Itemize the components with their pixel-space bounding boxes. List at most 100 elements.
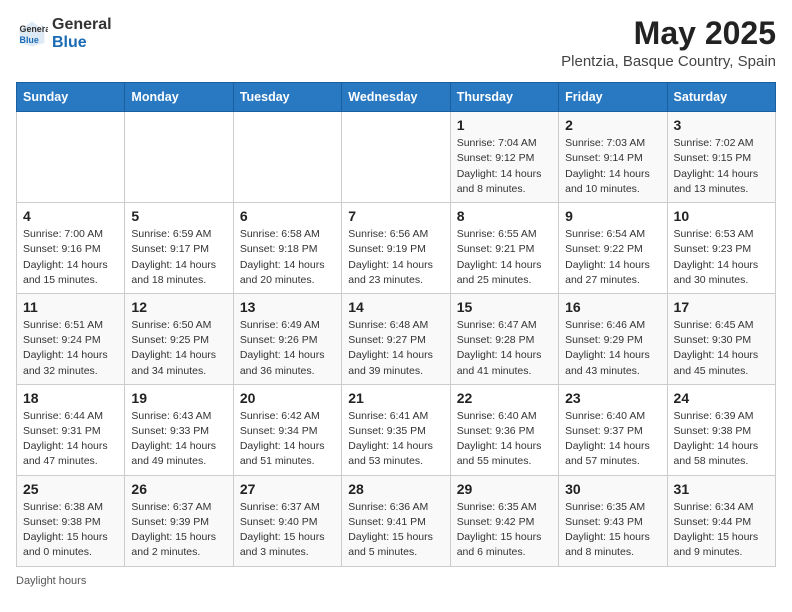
day-info: Sunrise: 6:50 AM Sunset: 9:25 PM Dayligh… <box>131 318 226 379</box>
calendar-cell <box>125 112 233 203</box>
calendar-cell: 14 Sunrise: 6:48 AM Sunset: 9:27 PM Dayli… <box>342 293 450 384</box>
legend-label: Daylight hours <box>16 575 86 587</box>
calendar-header-row: SundayMondayTuesdayWednesdayThursdayFrid… <box>17 83 776 112</box>
calendar-week-row: 1 Sunrise: 7:04 AM Sunset: 9:12 PM Daylig… <box>17 112 776 203</box>
col-header-sunday: Sunday <box>17 83 125 112</box>
day-number: 21 <box>348 390 443 406</box>
calendar-cell: 3Sunrise: 7:02 AM Sunset: 9:15 PM Daylig… <box>667 112 775 203</box>
day-info: Sunrise: 6:56 AM Sunset: 9:19 PM Dayligh… <box>348 227 443 288</box>
day-number: 9 <box>565 208 660 224</box>
logo-icon: General Blue <box>16 18 48 50</box>
day-number: 16 <box>565 299 660 315</box>
day-number: 5 <box>131 208 226 224</box>
day-number: 23 <box>565 390 660 406</box>
calendar-cell: 4Sunrise: 7:00 AM Sunset: 9:16 PM Daylig… <box>17 203 125 294</box>
col-header-tuesday: Tuesday <box>233 83 341 112</box>
day-number: 30 <box>565 481 660 497</box>
day-number: 13 <box>240 299 335 315</box>
day-info: Sunrise: 6:44 AM Sunset: 9:31 PM Dayligh… <box>23 409 118 470</box>
day-number: 3 <box>674 117 769 133</box>
calendar-cell: 18 Sunrise: 6:44 AM Sunset: 9:31 PM Dayli… <box>17 384 125 475</box>
day-info: Sunrise: 7:04 AM Sunset: 9:12 PM Dayligh… <box>457 136 552 197</box>
calendar-cell: 19 Sunrise: 6:43 AM Sunset: 9:33 PM Dayli… <box>125 384 233 475</box>
day-info: Sunrise: 6:48 AM Sunset: 9:27 PM Dayligh… <box>348 318 443 379</box>
day-info: Sunrise: 7:03 AM Sunset: 9:14 PM Dayligh… <box>565 136 660 197</box>
day-number: 11 <box>23 299 118 315</box>
calendar-cell: 20 Sunrise: 6:42 AM Sunset: 9:34 PM Dayli… <box>233 384 341 475</box>
day-info: Sunrise: 6:35 AM Sunset: 9:42 PM Dayligh… <box>457 500 552 561</box>
logo: General Blue General Blue <box>16 16 112 51</box>
day-info: Sunrise: 6:43 AM Sunset: 9:33 PM Dayligh… <box>131 409 226 470</box>
day-number: 10 <box>674 208 769 224</box>
day-info: Sunrise: 6:40 AM Sunset: 9:37 PM Dayligh… <box>565 409 660 470</box>
day-info: Sunrise: 6:47 AM Sunset: 9:28 PM Dayligh… <box>457 318 552 379</box>
calendar-cell: 30 Sunrise: 6:35 AM Sunset: 9:43 PM Dayli… <box>559 475 667 566</box>
day-number: 25 <box>23 481 118 497</box>
calendar-cell <box>233 112 341 203</box>
day-info: Sunrise: 6:51 AM Sunset: 9:24 PM Dayligh… <box>23 318 118 379</box>
day-info: Sunrise: 6:36 AM Sunset: 9:41 PM Dayligh… <box>348 500 443 561</box>
day-number: 26 <box>131 481 226 497</box>
calendar-cell <box>17 112 125 203</box>
day-info: Sunrise: 6:49 AM Sunset: 9:26 PM Dayligh… <box>240 318 335 379</box>
day-info: Sunrise: 6:53 AM Sunset: 9:23 PM Dayligh… <box>674 227 769 288</box>
calendar-cell: 23 Sunrise: 6:40 AM Sunset: 9:37 PM Dayli… <box>559 384 667 475</box>
day-info: Sunrise: 6:42 AM Sunset: 9:34 PM Dayligh… <box>240 409 335 470</box>
col-header-thursday: Thursday <box>450 83 558 112</box>
calendar-cell: 1 Sunrise: 7:04 AM Sunset: 9:12 PM Daylig… <box>450 112 558 203</box>
calendar-cell: 28 Sunrise: 6:36 AM Sunset: 9:41 PM Dayli… <box>342 475 450 566</box>
day-number: 20 <box>240 390 335 406</box>
calendar-cell: 10 Sunrise: 6:53 AM Sunset: 9:23 PM Dayli… <box>667 203 775 294</box>
calendar-cell: 25 Sunrise: 6:38 AM Sunset: 9:38 PM Dayli… <box>17 475 125 566</box>
calendar-cell: 21 Sunrise: 6:41 AM Sunset: 9:35 PM Dayli… <box>342 384 450 475</box>
calendar-week-row: 18 Sunrise: 6:44 AM Sunset: 9:31 PM Dayli… <box>17 384 776 475</box>
calendar-table: SundayMondayTuesdayWednesdayThursdayFrid… <box>16 82 776 566</box>
calendar-cell: 22 Sunrise: 6:40 AM Sunset: 9:36 PM Dayli… <box>450 384 558 475</box>
day-number: 27 <box>240 481 335 497</box>
calendar-cell: 24Sunrise: 6:39 AM Sunset: 9:38 PM Dayli… <box>667 384 775 475</box>
calendar-cell: 7 Sunrise: 6:56 AM Sunset: 9:19 PM Daylig… <box>342 203 450 294</box>
day-number: 18 <box>23 390 118 406</box>
day-number: 28 <box>348 481 443 497</box>
day-number: 15 <box>457 299 552 315</box>
col-header-monday: Monday <box>125 83 233 112</box>
day-info: Sunrise: 6:38 AM Sunset: 9:38 PM Dayligh… <box>23 500 118 561</box>
calendar-cell: 9 Sunrise: 6:54 AM Sunset: 9:22 PM Daylig… <box>559 203 667 294</box>
day-info: Sunrise: 6:34 AM Sunset: 9:44 PM Dayligh… <box>674 500 769 561</box>
day-number: 4 <box>23 208 118 224</box>
day-number: 8 <box>457 208 552 224</box>
day-info: Sunrise: 6:54 AM Sunset: 9:22 PM Dayligh… <box>565 227 660 288</box>
calendar-cell: 11 Sunrise: 6:51 AM Sunset: 9:24 PM Dayli… <box>17 293 125 384</box>
calendar-cell: 8 Sunrise: 6:55 AM Sunset: 9:21 PM Daylig… <box>450 203 558 294</box>
day-number: 12 <box>131 299 226 315</box>
calendar-cell: 29Sunrise: 6:35 AM Sunset: 9:42 PM Dayli… <box>450 475 558 566</box>
col-header-friday: Friday <box>559 83 667 112</box>
day-number: 19 <box>131 390 226 406</box>
day-info: Sunrise: 6:59 AM Sunset: 9:17 PM Dayligh… <box>131 227 226 288</box>
calendar-cell: 5 Sunrise: 6:59 AM Sunset: 9:17 PM Daylig… <box>125 203 233 294</box>
day-number: 6 <box>240 208 335 224</box>
day-info: Sunrise: 6:58 AM Sunset: 9:18 PM Dayligh… <box>240 227 335 288</box>
day-info: Sunrise: 6:41 AM Sunset: 9:35 PM Dayligh… <box>348 409 443 470</box>
calendar-cell: 12 Sunrise: 6:50 AM Sunset: 9:25 PM Dayli… <box>125 293 233 384</box>
calendar-cell: 6 Sunrise: 6:58 AM Sunset: 9:18 PM Daylig… <box>233 203 341 294</box>
calendar-cell: 17Sunrise: 6:45 AM Sunset: 9:30 PM Dayli… <box>667 293 775 384</box>
calendar-cell: 2Sunrise: 7:03 AM Sunset: 9:14 PM Daylig… <box>559 112 667 203</box>
location-subtitle: Plentzia, Basque Country, Spain <box>561 53 776 70</box>
day-info: Sunrise: 6:35 AM Sunset: 9:43 PM Dayligh… <box>565 500 660 561</box>
day-info: Sunrise: 6:40 AM Sunset: 9:36 PM Dayligh… <box>457 409 552 470</box>
calendar-week-row: 25 Sunrise: 6:38 AM Sunset: 9:38 PM Dayli… <box>17 475 776 566</box>
day-number: 14 <box>348 299 443 315</box>
month-year-title: May 2025 <box>561 16 776 51</box>
day-number: 22 <box>457 390 552 406</box>
day-info: Sunrise: 6:37 AM Sunset: 9:39 PM Dayligh… <box>131 500 226 561</box>
day-number: 17 <box>674 299 769 315</box>
calendar-cell <box>342 112 450 203</box>
col-header-saturday: Saturday <box>667 83 775 112</box>
day-number: 1 <box>457 117 552 133</box>
day-info: Sunrise: 6:55 AM Sunset: 9:21 PM Dayligh… <box>457 227 552 288</box>
legend: Daylight hours <box>16 575 776 587</box>
calendar-cell: 27Sunrise: 6:37 AM Sunset: 9:40 PM Dayli… <box>233 475 341 566</box>
day-number: 7 <box>348 208 443 224</box>
calendar-cell: 31Sunrise: 6:34 AM Sunset: 9:44 PM Dayli… <box>667 475 775 566</box>
